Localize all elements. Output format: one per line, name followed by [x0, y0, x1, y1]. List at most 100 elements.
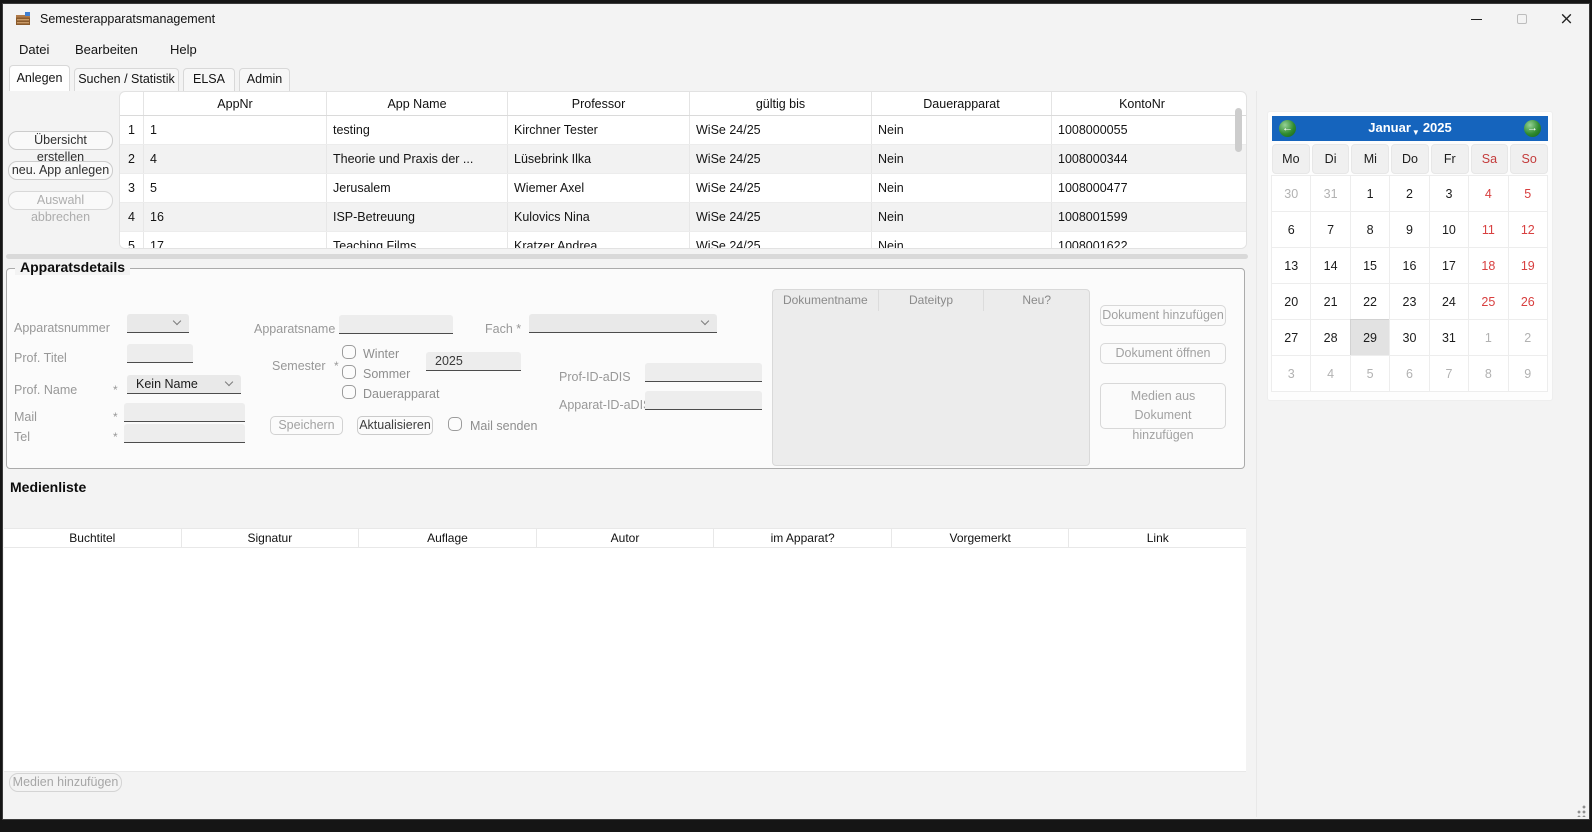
tel-field[interactable] [124, 424, 245, 443]
media-column-vorgemerkt[interactable]: Vorgemerkt [892, 529, 1070, 547]
menu-bearbeiten[interactable]: Bearbeiten [71, 40, 142, 59]
aktualisieren-button[interactable]: Aktualisieren [357, 416, 433, 435]
mail-field[interactable] [124, 403, 245, 422]
calendar-year[interactable]: 2025 [1423, 120, 1452, 135]
resize-grip[interactable] [1574, 805, 1586, 817]
apparatsname-field[interactable] [339, 315, 453, 334]
tab-admin[interactable]: Admin [239, 68, 290, 91]
calendar-day[interactable]: 31 [1310, 175, 1350, 212]
calendar-day[interactable]: 4 [1468, 175, 1508, 212]
column-header-kontonr[interactable]: KontoNr [1052, 92, 1232, 115]
cancel-selection-button[interactable]: Auswahl abbrechen [8, 191, 113, 210]
calendar-day[interactable]: 9 [1508, 355, 1548, 392]
winter-radio[interactable] [342, 345, 356, 359]
calendar-day[interactable]: 7 [1310, 211, 1350, 248]
calendar-day[interactable]: 6 [1389, 355, 1429, 392]
fach-combo[interactable] [529, 314, 717, 333]
table-row[interactable]: 11testingKirchner TesterWiSe 24/25Nein10… [120, 116, 1246, 145]
dokument-hinzufuegen-button[interactable]: Dokument hinzufügen [1100, 305, 1226, 326]
calendar-day[interactable]: 25 [1468, 283, 1508, 320]
table-vertical-scrollbar[interactable] [1235, 108, 1242, 152]
table-row[interactable]: 517Teaching FilmsKratzer AndreaWiSe 24/2… [120, 232, 1246, 249]
calendar-month[interactable]: Januar [1368, 120, 1411, 135]
mail-senden-checkbox[interactable] [448, 417, 462, 431]
table-horizontal-scrollbar[interactable] [6, 254, 1248, 259]
apparat-id-adis-field[interactable] [645, 391, 762, 410]
media-column-autor[interactable]: Autor [537, 529, 715, 547]
calendar-prev-button[interactable]: ← [1279, 120, 1296, 137]
calendar-day[interactable]: 13 [1271, 247, 1311, 284]
calendar-day[interactable]: 14 [1310, 247, 1350, 284]
table-row[interactable]: 416ISP-BetreuungKulovics NinaWiSe 24/25N… [120, 203, 1246, 232]
calendar-day[interactable]: 1 [1468, 319, 1508, 356]
column-header-gueltig-bis[interactable]: gültig bis [690, 92, 872, 115]
calendar-day[interactable]: 9 [1389, 211, 1429, 248]
semester-year-field[interactable] [426, 352, 521, 371]
calendar-day[interactable]: 2 [1389, 175, 1429, 212]
create-overview-button[interactable]: Übersicht erstellen [8, 131, 113, 150]
table-row[interactable]: 35JerusalemWiemer AxelWiSe 24/25Nein1008… [120, 174, 1246, 203]
calendar-day[interactable]: 5 [1508, 175, 1548, 212]
calendar-day[interactable]: 29 [1350, 319, 1390, 356]
media-column-buchtitel[interactable]: Buchtitel [4, 529, 182, 547]
calendar-day[interactable]: 8 [1350, 211, 1390, 248]
calendar-day[interactable]: 8 [1468, 355, 1508, 392]
column-header-dauerapparat[interactable]: Dauerapparat [872, 92, 1052, 115]
calendar-day[interactable]: 6 [1271, 211, 1311, 248]
calendar-day[interactable]: 19 [1508, 247, 1548, 284]
dokument-oeffnen-button[interactable]: Dokument öffnen [1100, 343, 1226, 364]
calendar-day[interactable]: 24 [1429, 283, 1469, 320]
calendar-day[interactable]: 11 [1468, 211, 1508, 248]
calendar-day[interactable]: 27 [1271, 319, 1311, 356]
calendar-day[interactable]: 15 [1350, 247, 1390, 284]
calendar-day[interactable]: 30 [1389, 319, 1429, 356]
prof-name-combo[interactable]: Kein Name [127, 375, 241, 394]
speichern-button[interactable]: Speichern [270, 416, 343, 435]
medien-hinzufuegen-button[interactable]: Medien hinzufügen [9, 773, 122, 792]
menu-help[interactable]: Help [166, 40, 201, 59]
calendar-day[interactable]: 7 [1429, 355, 1469, 392]
calendar-day[interactable]: 23 [1389, 283, 1429, 320]
medien-aus-dokument-button[interactable]: Medien aus Dokument hinzufügen [1100, 383, 1226, 429]
tab-anlegen[interactable]: Anlegen [9, 65, 70, 91]
calendar-next-button[interactable]: → [1524, 120, 1541, 137]
media-column-im-apparat[interactable]: im Apparat? [714, 529, 892, 547]
calendar-day[interactable]: 21 [1310, 283, 1350, 320]
calendar-day[interactable]: 20 [1271, 283, 1311, 320]
calendar-day[interactable]: 5 [1350, 355, 1390, 392]
calendar-day[interactable]: 12 [1508, 211, 1548, 248]
calendar-day[interactable]: 17 [1429, 247, 1469, 284]
maximize-button[interactable] [1499, 4, 1544, 34]
calendar-day[interactable]: 22 [1350, 283, 1390, 320]
calendar-day[interactable]: 18 [1468, 247, 1508, 284]
calendar-day[interactable]: 4 [1310, 355, 1350, 392]
calendar-day[interactable]: 30 [1271, 175, 1311, 212]
close-button[interactable]: × [1544, 4, 1589, 34]
table-row[interactable]: 24Theorie und Praxis der ...Lüsebrink Il… [120, 145, 1246, 174]
new-app-button[interactable]: neu. App anlegen [8, 161, 113, 180]
prof-id-adis-field[interactable] [645, 363, 762, 382]
media-column-link[interactable]: Link [1069, 529, 1246, 547]
tab-suchen-statistik[interactable]: Suchen / Statistik [74, 68, 179, 91]
calendar-day[interactable]: 28 [1310, 319, 1350, 356]
calendar-day[interactable]: 10 [1429, 211, 1469, 248]
calendar-day[interactable]: 1 [1350, 175, 1390, 212]
column-header-app-name[interactable]: App Name [327, 92, 508, 115]
sommer-radio[interactable] [342, 365, 356, 379]
apparatsnummer-combo[interactable] [127, 314, 189, 333]
calendar-day[interactable]: 16 [1389, 247, 1429, 284]
column-header-appnr[interactable]: AppNr [144, 92, 327, 115]
calendar-day[interactable]: 3 [1429, 175, 1469, 212]
calendar-day[interactable]: 2 [1508, 319, 1548, 356]
prof-titel-field[interactable] [127, 344, 193, 363]
calendar-day[interactable]: 3 [1271, 355, 1311, 392]
dauerapparat-radio[interactable] [342, 385, 356, 399]
tab-elsa[interactable]: ELSA [183, 68, 235, 91]
minimize-button[interactable] [1454, 4, 1499, 34]
column-header-professor[interactable]: Professor [508, 92, 690, 115]
calendar-day[interactable]: 26 [1508, 283, 1548, 320]
calendar-month-year[interactable]: Januar▼2025 [1368, 120, 1451, 137]
media-column-signatur[interactable]: Signatur [182, 529, 360, 547]
menu-datei[interactable]: Datei [15, 40, 53, 59]
media-column-auflage[interactable]: Auflage [359, 529, 537, 547]
